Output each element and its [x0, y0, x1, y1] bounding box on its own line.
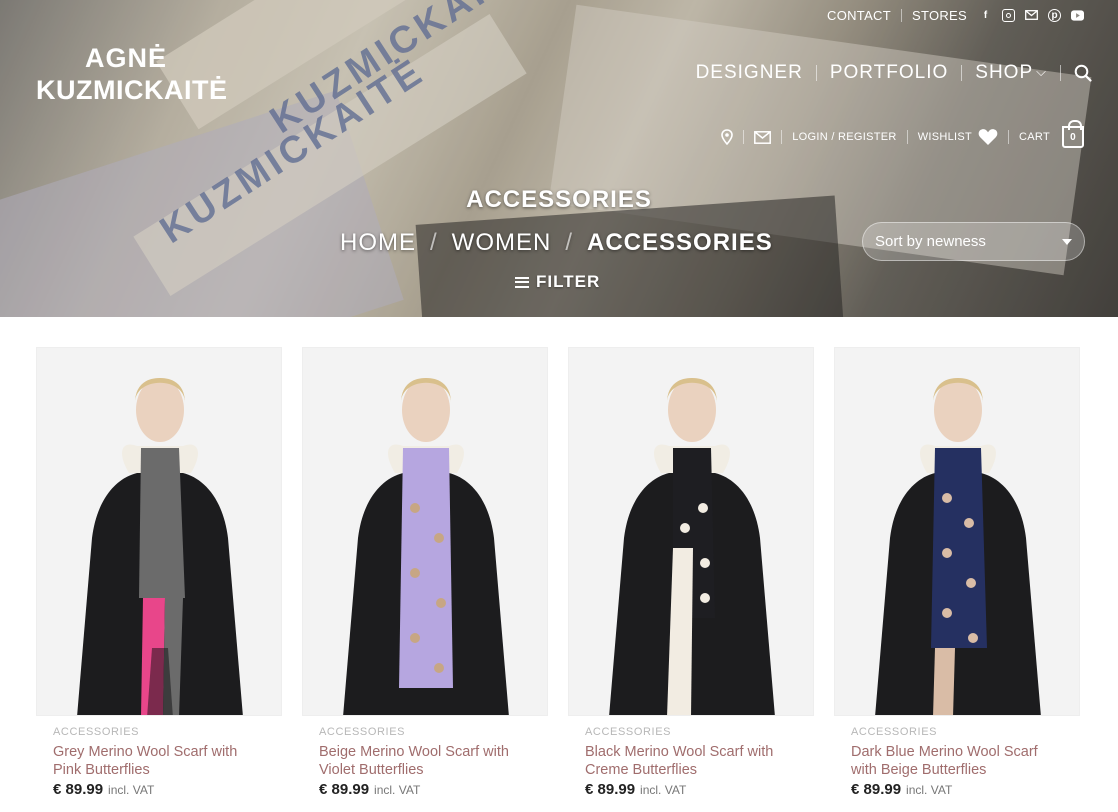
wishlist-link[interactable]: WISHLIST — [918, 128, 998, 146]
chevron-down-icon: ⌵ — [1036, 64, 1047, 79]
product-price: € 89.99 — [851, 781, 902, 798]
divider — [906, 130, 908, 144]
logo-line-1: AGNĖ — [84, 43, 167, 73]
sort-selected-value: Sort by newness — [875, 233, 986, 250]
nav-item-shop[interactable]: SHOP ⌵ — [975, 62, 1047, 84]
cart-count-badge: 0 — [1062, 120, 1084, 148]
youtube-icon[interactable] — [1071, 9, 1084, 22]
caret-down-icon — [1062, 239, 1072, 245]
product-image[interactable] — [834, 347, 1080, 716]
divider — [781, 130, 783, 144]
nav-item-portfolio[interactable]: PORTFOLIO — [830, 62, 948, 84]
top-bar: CONTACT STORES f p — [827, 5, 1084, 25]
product-grid: ACCESSORIES Grey Merino Wool Scarf with … — [36, 347, 1082, 798]
product-card[interactable]: ACCESSORIES Beige Merino Wool Scarf with… — [302, 347, 548, 798]
search-icon[interactable] — [1074, 64, 1092, 82]
product-image[interactable] — [568, 347, 814, 716]
product-card[interactable]: ACCESSORIES Dark Blue Merino Wool Scarf … — [834, 347, 1080, 798]
breadcrumb: HOME / WOMEN / ACCESSORIES — [340, 229, 773, 257]
product-card[interactable]: ACCESSORIES Grey Merino Wool Scarf with … — [36, 347, 282, 798]
breadcrumb-separator: / — [565, 229, 573, 256]
product-price: € 89.99 — [585, 781, 636, 798]
product-name[interactable]: Grey Merino Wool Scarf with Pink Butterf… — [53, 743, 265, 779]
login-register-link[interactable]: LOGIN / REGISTER — [792, 131, 896, 143]
divider — [961, 65, 963, 81]
divider — [1060, 65, 1061, 81]
facebook-icon[interactable]: f — [979, 9, 992, 22]
email-icon[interactable] — [1025, 9, 1038, 22]
heart-icon — [978, 128, 998, 146]
divider — [1008, 130, 1010, 144]
contact-link[interactable]: CONTACT — [827, 8, 891, 23]
vat-note: incl. VAT — [906, 783, 953, 797]
breadcrumb-women[interactable]: WOMEN — [452, 229, 552, 257]
breadcrumb-home[interactable]: HOME — [340, 229, 416, 257]
product-price: € 89.99 — [319, 781, 370, 798]
product-price: € 89.99 — [53, 781, 104, 798]
cart-link[interactable]: CART 0 — [1019, 120, 1084, 148]
brand-logo[interactable]: AGNĖ KUZMICKAITĖ — [36, 42, 228, 106]
instagram-icon[interactable] — [1002, 8, 1015, 22]
page-title: ACCESSORIES — [466, 186, 652, 213]
hero-banner: KUZMICKAITĖ KUZMICKAITĖ CONTACT STORES f… — [0, 0, 1118, 317]
divider — [815, 65, 817, 81]
vat-note: incl. VAT — [374, 783, 421, 797]
menu-icon — [515, 276, 529, 288]
sort-dropdown[interactable]: Sort by newness — [862, 222, 1085, 261]
map-pin-icon[interactable] — [721, 129, 734, 145]
product-category[interactable]: ACCESSORIES — [53, 726, 265, 738]
vat-note: incl. VAT — [108, 783, 155, 797]
product-name[interactable]: Black Merino Wool Scarf with Creme Butte… — [585, 743, 797, 779]
filter-button[interactable]: FILTER — [515, 272, 600, 292]
pinterest-icon[interactable]: p — [1048, 8, 1061, 22]
vat-note: incl. VAT — [640, 783, 687, 797]
product-image[interactable] — [36, 347, 282, 716]
stores-link[interactable]: STORES — [912, 8, 967, 23]
product-name[interactable]: Dark Blue Merino Wool Scarf with Beige B… — [851, 743, 1063, 779]
nav-item-designer[interactable]: DESIGNER — [696, 62, 803, 84]
logo-line-2: KUZMICKAITĖ — [36, 75, 228, 105]
wishlist-label: WISHLIST — [917, 131, 973, 143]
product-image[interactable] — [302, 347, 548, 716]
breadcrumb-separator: / — [430, 229, 438, 256]
product-name[interactable]: Beige Merino Wool Scarf with Violet Butt… — [319, 743, 531, 779]
product-card[interactable]: ACCESSORIES Black Merino Wool Scarf with… — [568, 347, 814, 798]
divider — [743, 130, 745, 144]
account-navigation: LOGIN / REGISTER WISHLIST CART 0 — [721, 120, 1084, 148]
cart-label: CART — [1019, 131, 1050, 143]
product-category[interactable]: ACCESSORIES — [585, 726, 797, 738]
nav-item-shop-label: SHOP — [975, 62, 1034, 83]
main-navigation: DESIGNER PORTFOLIO SHOP ⌵ — [696, 62, 1092, 84]
product-category[interactable]: ACCESSORIES — [851, 726, 1063, 738]
breadcrumb-current: ACCESSORIES — [587, 229, 773, 256]
product-category[interactable]: ACCESSORIES — [319, 726, 531, 738]
divider — [900, 8, 902, 22]
email-icon[interactable] — [754, 130, 772, 144]
social-links: f p — [979, 8, 1084, 22]
filter-label: FILTER — [536, 272, 601, 291]
